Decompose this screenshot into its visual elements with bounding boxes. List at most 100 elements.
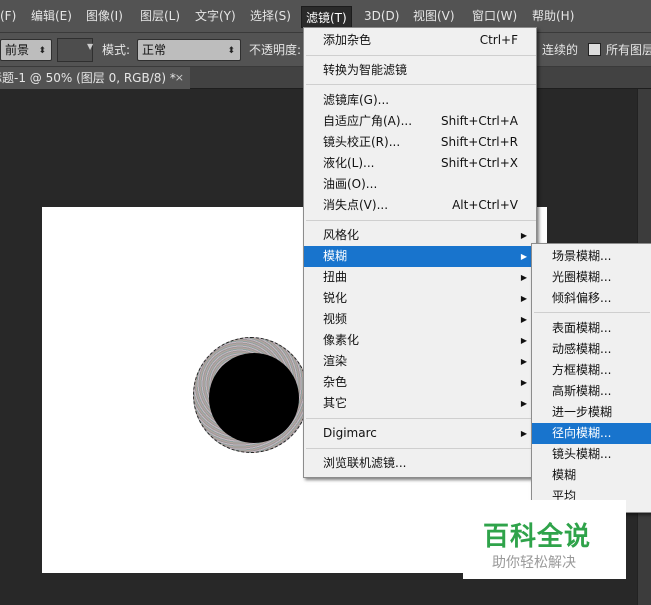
menu-item-stylize[interactable]: 风格化 ▶ — [304, 225, 536, 246]
fill-source-select[interactable]: 前景 ⬍ — [0, 39, 52, 61]
menu-item-label: 渲染 — [323, 354, 348, 368]
menu-item-label: 高斯模糊... — [552, 384, 612, 398]
blur-item-blur[interactable]: 模糊 — [532, 465, 651, 486]
submenu-arrow-icon: ▶ — [520, 429, 527, 438]
menu-item-filter-gallery[interactable]: 滤镜库(G)... — [304, 90, 536, 111]
menu-select[interactable]: 选择(S) — [250, 0, 291, 33]
opacity-label: 不透明度: — [249, 43, 302, 57]
menu-item-label: 扭曲 — [323, 270, 348, 284]
all-layers-label[interactable]: 所有图层 — [606, 33, 651, 67]
shortcut-label: Shift+Ctrl+X — [441, 156, 518, 170]
menu-item-label: 视频 — [323, 312, 348, 326]
chevron-up-down-icon: ⬍ — [227, 46, 235, 56]
menu-item-label: 光圈模糊... — [552, 270, 612, 284]
submenu-arrow-icon: ▶ — [520, 294, 527, 303]
blur-item-surface-blur[interactable]: 表面模糊... — [532, 318, 651, 339]
menu-item-label: 场景模糊... — [552, 249, 612, 263]
menu-image[interactable]: 图像(I) — [86, 0, 123, 33]
menu-item-label: 滤镜库(G)... — [323, 93, 390, 107]
menu-item-label: 添加杂色 — [323, 33, 372, 47]
shortcut-label: Shift+Ctrl+A — [441, 114, 518, 128]
menu-item-label: 倾斜偏移... — [552, 291, 612, 305]
contiguous-label[interactable]: 连续的 — [542, 33, 578, 67]
menu-item-label: 锐化 — [323, 291, 348, 305]
submenu-arrow-icon: ▶ — [520, 252, 527, 261]
menu-item-label: 进一步模糊 — [552, 405, 613, 419]
menu-item-label: 模糊 — [323, 249, 348, 263]
mode-label: 模式: — [102, 43, 131, 57]
separator — [306, 418, 536, 419]
blur-item-blur-more[interactable]: 进一步模糊 — [532, 402, 651, 423]
document-tab[interactable]: 标题-1 @ 50% (图层 0, RGB/8) * × — [0, 67, 190, 89]
blur-item-motion-blur[interactable]: 动感模糊... — [532, 339, 651, 360]
submenu-arrow-icon: ▶ — [520, 315, 527, 324]
menu-item-vanishing-point[interactable]: 消失点(V)... Alt+Ctrl+V — [304, 195, 536, 216]
separator — [534, 312, 650, 313]
menu-item-label: 其它 — [323, 396, 348, 410]
menu-item-add-noise[interactable]: 添加杂色 Ctrl+F — [304, 30, 536, 51]
menu-item-adaptive-wide-angle[interactable]: 自适应广角(A)... Shift+Ctrl+A — [304, 111, 536, 132]
submenu-arrow-icon: ▶ — [520, 378, 527, 387]
menu-type[interactable]: 文字(Y) — [195, 0, 236, 33]
submenu-arrow-icon: ▶ — [520, 336, 527, 345]
watermark-title: 百科全说 — [483, 522, 592, 552]
menu-item-label: 浏览联机滤镜... — [323, 456, 407, 470]
fill-source-value: 前景 — [5, 43, 30, 57]
menu-item-digimarc[interactable]: Digimarc ▶ — [304, 423, 536, 444]
menu-item-blur[interactable]: 模糊 ▶ — [304, 246, 536, 267]
filter-menu: 添加杂色 Ctrl+F 转换为智能滤镜 滤镜库(G)... 自适应广角(A)..… — [303, 27, 537, 478]
close-icon[interactable]: × — [175, 67, 184, 89]
submenu-arrow-icon: ▶ — [520, 273, 527, 282]
menu-item-label: 镜头模糊... — [552, 447, 612, 461]
menu-item-label: 油画(O)... — [323, 177, 378, 191]
submenu-arrow-icon: ▶ — [520, 357, 527, 366]
blur-item-box-blur[interactable]: 方框模糊... — [532, 360, 651, 381]
separator — [306, 55, 536, 56]
black-circle — [209, 353, 299, 443]
menu-item-oil-paint[interactable]: 油画(O)... — [304, 174, 536, 195]
menu-filter[interactable]: 滤镜(T) — [301, 6, 352, 28]
menu-layer[interactable]: 图层(L) — [140, 0, 180, 33]
menu-item-video[interactable]: 视频 ▶ — [304, 309, 536, 330]
separator — [306, 220, 536, 221]
menu-item-liquify[interactable]: 液化(L)... Shift+Ctrl+X — [304, 153, 536, 174]
menu-item-noise[interactable]: 杂色 ▶ — [304, 372, 536, 393]
blur-item-gaussian-blur[interactable]: 高斯模糊... — [532, 381, 651, 402]
blur-item-iris-blur[interactable]: 光圈模糊... — [532, 267, 651, 288]
menu-item-label: 径向模糊... — [552, 426, 612, 440]
menu-item-label: 模糊 — [552, 468, 577, 482]
menu-item-label: 风格化 — [323, 228, 360, 242]
shortcut-label: Shift+Ctrl+R — [440, 135, 518, 149]
mode-value: 正常 — [142, 43, 167, 57]
menu-item-label: 镜头校正(R)... — [323, 135, 401, 149]
watermark: 百科全说 助你轻松解决 — [463, 500, 626, 579]
blur-item-tilt-shift[interactable]: 倾斜偏移... — [532, 288, 651, 309]
blur-item-lens-blur[interactable]: 镜头模糊... — [532, 444, 651, 465]
shortcut-label: Ctrl+F — [479, 33, 518, 47]
menu-item-render[interactable]: 渲染 ▶ — [304, 351, 536, 372]
chevron-down-icon[interactable]: ▼ — [87, 42, 93, 51]
menu-item-convert-smart-filter[interactable]: 转换为智能滤镜 — [304, 60, 536, 81]
all-layers-checkbox[interactable] — [588, 43, 601, 56]
menu-file[interactable]: (F) — [0, 0, 16, 33]
menu-item-label: Digimarc — [323, 426, 377, 440]
menu-item-label: 杂色 — [323, 375, 348, 389]
menu-item-pixelate[interactable]: 像素化 ▶ — [304, 330, 536, 351]
menu-item-distort[interactable]: 扭曲 ▶ — [304, 267, 536, 288]
separator — [306, 84, 536, 85]
menu-help[interactable]: 帮助(H) — [532, 0, 574, 33]
menu-item-label: 液化(L)... — [323, 156, 375, 170]
menu-item-sharpen[interactable]: 锐化 ▶ — [304, 288, 536, 309]
menu-edit[interactable]: 编辑(E) — [31, 0, 72, 33]
menu-item-label: 动感模糊... — [552, 342, 612, 356]
menu-item-label: 表面模糊... — [552, 321, 612, 335]
mode-select[interactable]: 正常 ⬍ — [137, 39, 241, 61]
menu-item-lens-correction[interactable]: 镜头校正(R)... Shift+Ctrl+R — [304, 132, 536, 153]
shortcut-label: Alt+Ctrl+V — [452, 198, 518, 212]
blur-item-field-blur[interactable]: 场景模糊... — [532, 246, 651, 267]
menu-item-browse-online-filters[interactable]: 浏览联机滤镜... — [304, 453, 536, 474]
menu-item-label: 方框模糊... — [552, 363, 612, 377]
blur-item-radial-blur[interactable]: 径向模糊... — [532, 423, 651, 444]
menu-item-label: 消失点(V)... — [323, 198, 389, 212]
menu-item-other[interactable]: 其它 ▶ — [304, 393, 536, 414]
